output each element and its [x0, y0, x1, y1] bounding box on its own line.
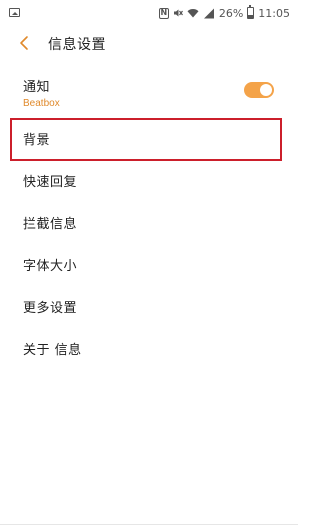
setting-label: 关于 信息	[23, 343, 82, 358]
setting-label: 拦截信息	[23, 217, 78, 232]
app-header: 信息设置	[0, 26, 298, 62]
nfc-icon: N	[158, 7, 169, 19]
setting-label: 更多设置	[23, 301, 78, 316]
toggle-knob	[260, 84, 272, 96]
back-button[interactable]	[14, 32, 36, 54]
setting-more[interactable]: 更多设置	[0, 286, 298, 328]
signal-icon	[203, 8, 215, 19]
setting-notifications[interactable]: 通知 Beatbox	[0, 62, 298, 118]
battery-percent: 26%	[218, 6, 244, 20]
status-bar: N 26% 11:05	[0, 0, 298, 26]
page-title: 信息设置	[48, 37, 106, 53]
battery-icon	[247, 5, 255, 19]
setting-background[interactable]: 背景	[0, 118, 298, 160]
setting-label: 背景	[23, 133, 51, 148]
wifi-icon	[187, 8, 199, 18]
notifications-toggle[interactable]	[244, 82, 274, 98]
gallery-icon	[9, 8, 20, 17]
chevron-left-icon	[20, 36, 28, 50]
settings-list: 通知 Beatbox 背景 快速回复 拦截信息 字体大小 更多设置 关于 信息	[0, 62, 298, 370]
notifications-sound: Beatbox	[23, 98, 60, 109]
setting-font-size[interactable]: 字体大小	[0, 244, 298, 286]
setting-about[interactable]: 关于 信息	[0, 328, 298, 370]
setting-block-messages[interactable]: 拦截信息	[0, 202, 298, 244]
setting-label: 字体大小	[23, 259, 78, 274]
clock: 11:05	[258, 6, 290, 20]
status-icons: N 26% 11:05	[158, 5, 290, 20]
setting-label: 快速回复	[23, 175, 78, 190]
setting-quick-reply[interactable]: 快速回复	[0, 160, 298, 202]
mute-icon	[173, 8, 183, 18]
